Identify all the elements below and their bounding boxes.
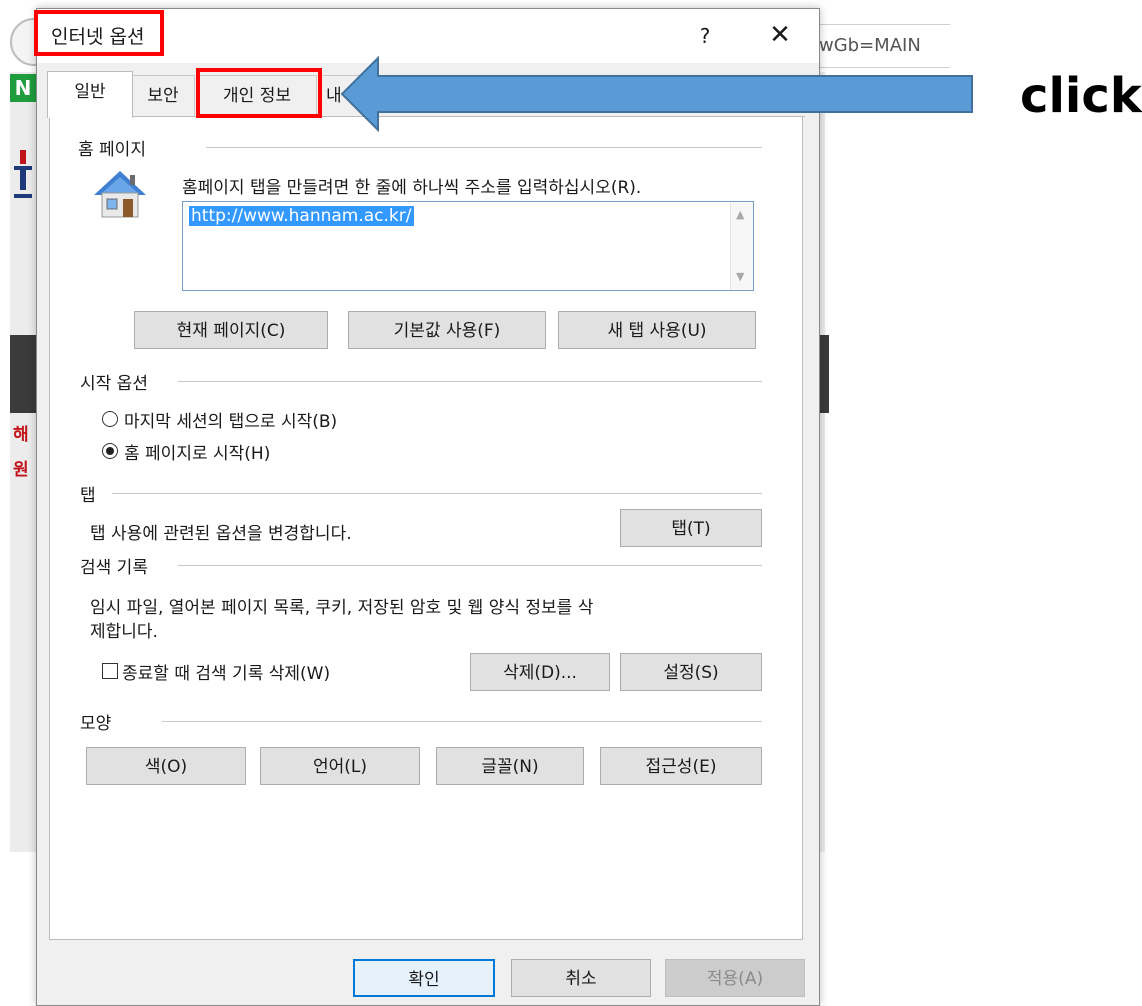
radio-homepage-label: 홈 페이지로 시작(H): [124, 444, 271, 464]
privacy-tab-highlight: [196, 68, 322, 118]
languages-button[interactable]: 언어(L): [260, 747, 420, 785]
section-divider: [178, 565, 762, 566]
section-divider: [178, 381, 762, 382]
naver-badge: N: [10, 74, 36, 102]
home-section-title: 홈 페이지: [78, 140, 146, 160]
background-text: 원: [13, 460, 29, 480]
delete-history-button[interactable]: 삭제(D)...: [470, 653, 610, 691]
help-button[interactable]: ?: [685, 19, 725, 53]
use-default-button[interactable]: 기본값 사용(F): [348, 311, 546, 349]
startup-section-title: 시작 옵션: [80, 374, 148, 394]
home-icon: [94, 171, 146, 218]
title-highlight: [34, 10, 164, 56]
apply-button[interactable]: 적용(A): [665, 959, 805, 997]
home-instructions: 홈페이지 탭을 만들려면 한 줄에 하나씩 주소를 입력하십시오(R).: [182, 178, 642, 198]
ok-button[interactable]: 확인: [353, 959, 495, 997]
history-section-title: 검색 기록: [80, 558, 148, 578]
general-tab-panel: 홈 페이지 홈페이지 탭을 만들려면 한 줄에 하나씩 주소를 입력하십시오(R…: [49, 117, 803, 940]
tab-general[interactable]: 일반: [47, 71, 133, 118]
pointer-arrow-icon: [340, 56, 973, 132]
section-divider: [162, 721, 762, 722]
radio-homepage[interactable]: [102, 443, 118, 459]
scroll-down-icon: ▼: [736, 270, 745, 283]
delete-on-exit-label: 종료할 때 검색 기록 삭제(W): [122, 664, 331, 684]
click-annotation: click: [1020, 68, 1142, 124]
tab-security[interactable]: 보안: [131, 75, 195, 116]
radio-last-session[interactable]: [102, 411, 118, 427]
history-settings-button[interactable]: 설정(S): [620, 653, 762, 691]
accessibility-button[interactable]: 접근성(E): [600, 747, 762, 785]
address-text: wGb=MAIN: [819, 35, 921, 56]
textarea-scrollbar[interactable]: ▲ ▼: [730, 202, 753, 290]
fonts-button[interactable]: 글꼴(N): [436, 747, 584, 785]
scroll-up-icon: ▲: [736, 208, 745, 221]
use-new-tab-button[interactable]: 새 탭 사용(U): [558, 311, 756, 349]
appearance-section-title: 모양: [80, 714, 112, 734]
use-current-button[interactable]: 현재 페이지(C): [134, 311, 328, 349]
delete-on-exit-checkbox[interactable]: [102, 663, 118, 679]
section-divider: [206, 147, 762, 148]
site-logo-icon: [14, 150, 32, 198]
cancel-button[interactable]: 취소: [511, 959, 651, 997]
history-description-line2: 제합니다.: [90, 622, 158, 642]
internet-options-dialog: 인터넷 옵션 ? ✕ 일반 보안 개인 정보 내 홈 페이지 홈페이지 탭을 만…: [36, 8, 820, 1006]
tabs-description: 탭 사용에 관련된 옵션을 변경합니다.: [90, 524, 352, 544]
background-text: 해: [13, 425, 29, 445]
homepage-url: http://www.hannam.ac.kr/: [189, 206, 414, 226]
tabs-settings-button[interactable]: 탭(T): [620, 509, 762, 547]
history-description-line1: 임시 파일, 열어본 페이지 목록, 쿠키, 저장된 암호 및 웹 양식 정보를…: [90, 598, 594, 618]
tabs-section-title: 탭: [80, 486, 96, 506]
close-button[interactable]: ✕: [755, 17, 805, 53]
radio-last-session-label: 마지막 세션의 탭으로 시작(B): [124, 412, 338, 432]
section-divider: [112, 493, 762, 494]
homepage-textarea[interactable]: http://www.hannam.ac.kr/ ▲ ▼: [182, 201, 754, 291]
colors-button[interactable]: 색(O): [86, 747, 246, 785]
